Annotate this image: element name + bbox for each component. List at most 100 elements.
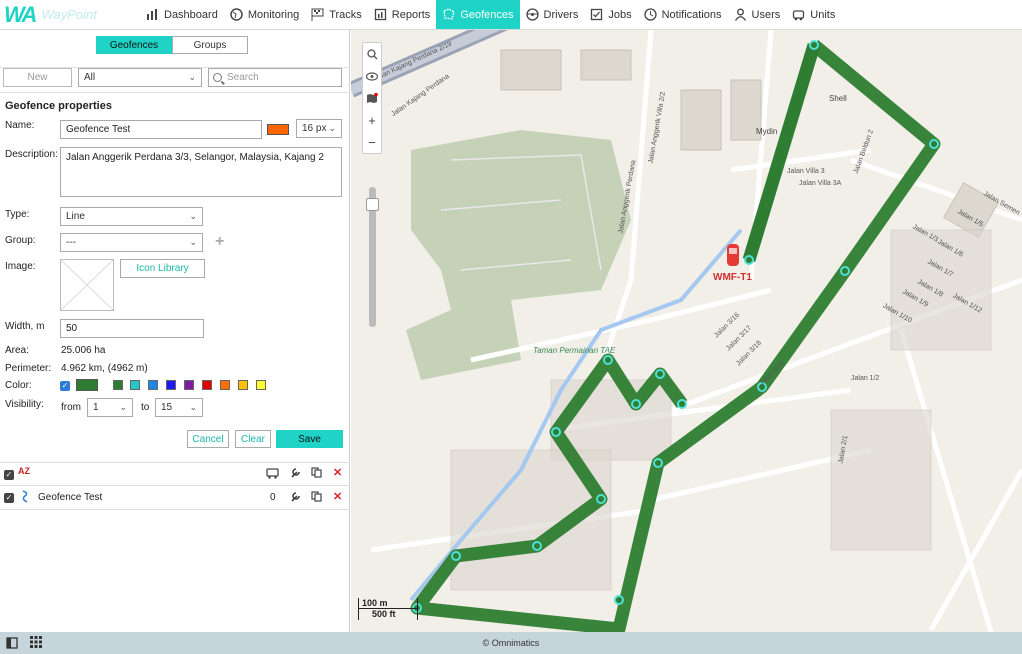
palette-amber[interactable] (238, 380, 248, 390)
line-width-select[interactable]: 16 px ⌄ (296, 119, 342, 138)
nav-label: Dashboard (164, 8, 218, 21)
image-placeholder[interactable] (60, 259, 114, 311)
unit-label[interactable]: WMF-T1 (713, 272, 752, 283)
geofence-icon (442, 8, 456, 21)
new-button[interactable]: New (3, 68, 72, 87)
zoom-in-icon[interactable]: + (363, 109, 381, 131)
save-button[interactable]: Save (276, 430, 343, 448)
description-field[interactable]: Jalan Anggerik Perdana 3/3, Selangor, Ma… (60, 147, 342, 197)
nav-notifications[interactable]: Notifications (638, 0, 728, 29)
assign-units-icon[interactable] (266, 468, 279, 482)
chevron-down-icon: ⌄ (189, 211, 197, 221)
nav-label: Units (810, 8, 836, 21)
scale-feet: 500 ft (358, 609, 418, 620)
map-view[interactable]: WMF-T1 Taman Permainan TAE Shell Mydin J… (351, 30, 1022, 632)
chevron-down-icon: ⌄ (189, 237, 197, 247)
perimeter-value: 4.962 km, (4962 m) (61, 363, 148, 374)
grid-apps-icon[interactable] (30, 636, 42, 651)
delete-all-icon[interactable]: ✕ (333, 466, 342, 479)
filter-select[interactable]: All ⌄ (78, 68, 202, 87)
footer-bar: © Omnimatics (0, 632, 1022, 654)
name-field[interactable]: Geofence Test (60, 120, 262, 139)
nav-tracks[interactable]: Tracks (305, 0, 368, 29)
nav-jobs[interactable]: Jobs (584, 0, 637, 29)
wrench-icon[interactable] (290, 491, 301, 505)
chevron-down-icon: ⌄ (328, 123, 336, 133)
clock-icon (643, 8, 657, 21)
list-item[interactable]: ✓ Geofence Test 0 ✕ (0, 486, 350, 510)
tab-groups[interactable]: Groups (172, 36, 248, 54)
item-checkbox[interactable]: ✓ (4, 493, 14, 503)
copyright-text: © Omnimatics (482, 638, 540, 648)
visibility-to-select[interactable]: 15 ⌄ (155, 398, 203, 417)
group-select[interactable]: --- ⌄ (60, 233, 203, 252)
nav-reports[interactable]: Reports (368, 0, 437, 29)
shell-label: Shell (829, 94, 847, 103)
nav-label: Geofences (460, 8, 514, 21)
copy-icon[interactable] (311, 467, 322, 481)
nav-drivers[interactable]: Drivers (520, 0, 585, 29)
icon-library-button[interactable]: Icon Library (120, 259, 205, 278)
scale-meters: 100 m (358, 598, 418, 609)
palette-purple[interactable] (184, 380, 194, 390)
zoom-slider-handle[interactable] (366, 198, 379, 211)
select-all-checkbox[interactable]: ✓ (4, 470, 14, 480)
copy-icon[interactable] (311, 491, 322, 505)
width-field[interactable]: 50 (60, 319, 204, 338)
palette-green[interactable] (113, 380, 123, 390)
map-tools: + − (362, 42, 382, 154)
palette-orange[interactable] (220, 380, 230, 390)
clear-button[interactable]: Clear (235, 430, 271, 448)
eye-icon[interactable] (363, 65, 381, 87)
logo-mark: WA (4, 1, 37, 27)
zoom-out-icon[interactable]: − (363, 131, 381, 153)
panel-toggle-icon[interactable] (6, 637, 18, 652)
report-icon (374, 8, 387, 21)
globe-icon (230, 8, 243, 21)
nav-label: Monitoring (247, 8, 300, 21)
unit-marker (727, 244, 739, 266)
app-logo[interactable]: WA WayPoint (0, 0, 140, 29)
selected-color-swatch[interactable] (76, 379, 98, 391)
wrench-icon[interactable] (290, 467, 301, 481)
top-navigation-bar: WA WayPoint Dashboard Monitoring Tracks … (0, 0, 1022, 30)
nav-dashboard[interactable]: Dashboard (140, 0, 224, 29)
nav-units[interactable]: Units (786, 0, 841, 29)
cancel-button[interactable]: Cancel (187, 430, 229, 448)
nav-label: Users (751, 8, 781, 21)
map-canvas (351, 30, 1022, 632)
palette-blue[interactable] (148, 380, 158, 390)
type-value: Line (66, 211, 85, 222)
palette-teal[interactable] (130, 380, 140, 390)
panel-tabs: Geofences Groups (96, 36, 248, 54)
visibility-from-select[interactable]: 1 ⌄ (87, 398, 133, 417)
visibility-label: Visibility: (5, 399, 44, 410)
map-search-icon[interactable] (363, 43, 381, 65)
line-color-swatch[interactable] (267, 124, 289, 135)
sort-az-icon[interactable]: AZ (18, 466, 30, 476)
palette-red[interactable] (202, 380, 212, 390)
palette-yellow[interactable] (256, 380, 266, 390)
delete-icon[interactable]: ✕ (333, 490, 342, 503)
geofence-name[interactable]: Geofence Test (38, 492, 102, 503)
search-input[interactable]: Search (208, 68, 342, 87)
color-label: Color: (5, 380, 32, 391)
map-scale: 100 m 500 ft (358, 598, 418, 620)
width-label: Width, m (5, 321, 45, 332)
street-label: Jalan 1/2 (851, 375, 880, 382)
palette-deep-blue[interactable] (166, 380, 176, 390)
nav-geofences[interactable]: Geofences (436, 0, 520, 29)
chart-icon (146, 8, 159, 21)
flag-icon (311, 8, 324, 21)
type-select[interactable]: Line ⌄ (60, 207, 203, 226)
chevron-down-icon: ⌄ (188, 72, 196, 82)
tab-geofences[interactable]: Geofences (96, 36, 172, 54)
checklist-icon (590, 8, 603, 21)
color-enabled-checkbox[interactable]: ✓ (60, 381, 70, 391)
add-group-icon[interactable]: + (215, 233, 224, 251)
nav-users[interactable]: Users (728, 0, 787, 29)
search-icon (213, 73, 222, 82)
street-label: Jalan Villa 3A (799, 180, 842, 187)
nav-monitoring[interactable]: Monitoring (224, 0, 305, 29)
map-layers-icon[interactable] (363, 87, 381, 109)
